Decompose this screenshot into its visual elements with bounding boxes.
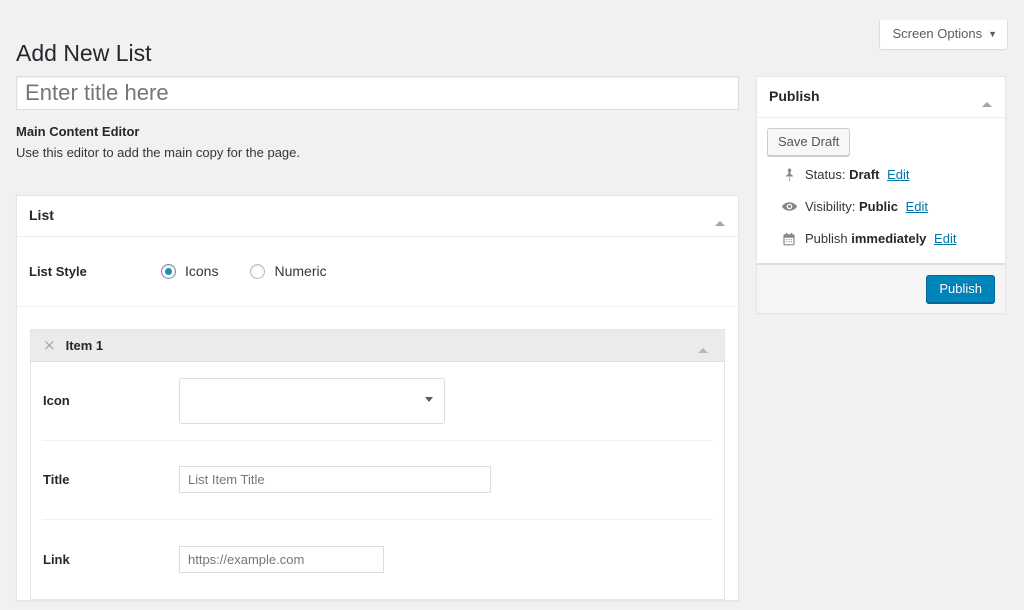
major-publishing-actions: Publish xyxy=(757,264,1005,314)
post-status-row: Status: Draft Edit xyxy=(777,159,985,191)
publish-metabox-title: Publish xyxy=(769,88,820,104)
post-schedule-prefix: Publish xyxy=(805,230,848,246)
visibility-eye-icon xyxy=(779,198,799,215)
screen-options-button[interactable]: Screen Options ▼ xyxy=(879,20,1008,51)
edit-visibility-link[interactable]: Edit xyxy=(906,199,928,214)
screen-meta-links: Screen Options ▼ xyxy=(879,20,1008,51)
item-title-row: Title xyxy=(42,441,713,520)
misc-publishing-actions: Status: Draft Edit Visibility: Public Ed… xyxy=(767,156,995,262)
editor-note-description: Use this editor to add the main copy for… xyxy=(16,145,301,161)
list-items-repeater: × Item 1 Icon Title List Item Title Link… xyxy=(17,307,738,600)
edit-schedule-link[interactable]: Edit xyxy=(934,231,956,246)
list-item-toggle-button[interactable] xyxy=(690,330,716,360)
list-item-panel: × Item 1 Icon Title List Item Title Link… xyxy=(30,328,725,600)
publish-metabox: Publish Save Draft Status: Draft Edit Vi… xyxy=(756,76,1006,315)
item-icon-row: Icon xyxy=(42,362,713,441)
list-style-label: List Style xyxy=(29,263,87,279)
post-status-value: Draft xyxy=(849,166,880,182)
publish-metabox-header: Publish xyxy=(757,77,1005,118)
item-link-input[interactable] xyxy=(179,545,384,573)
publish-metabox-body: Save Draft Status: Draft Edit Visibility… xyxy=(757,118,1005,314)
item-title-input[interactable] xyxy=(179,466,491,494)
item-title-label: Title xyxy=(43,472,70,488)
post-schedule-row: Publish immediately Edit xyxy=(777,223,985,255)
screen-options-label: Screen Options xyxy=(892,26,983,41)
post-status-pin-icon xyxy=(779,167,799,182)
list-metabox-title: List xyxy=(29,207,54,224)
chevron-down-icon xyxy=(425,396,433,402)
list-metabox-toggle-button[interactable] xyxy=(702,196,738,234)
chevron-down-icon: ▼ xyxy=(988,29,997,39)
post-visibility-row: Visibility: Public Edit xyxy=(777,191,985,223)
list-item-title: Item 1 xyxy=(65,337,104,353)
post-body-content: Main Content Editor Use this editor to a… xyxy=(16,76,739,601)
chevron-up-icon xyxy=(698,348,708,354)
radio-mark-numeric[interactable] xyxy=(250,263,266,279)
post-schedule-value: immediately xyxy=(851,230,927,246)
post-title-wrap xyxy=(16,76,739,110)
list-item-body: Icon Title Link xyxy=(31,362,724,599)
item-link-row: Link xyxy=(42,520,713,599)
page-title: Add New List xyxy=(16,40,152,66)
remove-item-icon[interactable]: × xyxy=(43,337,56,353)
list-metabox-body: List Style Icons Numeric × Item 1 Icon T… xyxy=(17,237,738,600)
radio-mark-icons[interactable] xyxy=(161,263,176,279)
list-metabox-header: List xyxy=(17,196,738,237)
save-draft-button[interactable]: Save Draft xyxy=(767,127,851,156)
calendar-icon xyxy=(779,231,799,247)
post-title-input[interactable] xyxy=(16,76,739,110)
editor-note-title: Main Content Editor xyxy=(16,124,140,139)
main-content-editor-note: Main Content Editor Use this editor to a… xyxy=(16,123,739,162)
list-style-option-icons-label: Icons xyxy=(185,263,219,280)
list-style-option-numeric-label: Numeric xyxy=(274,263,327,280)
post-visibility-value: Public xyxy=(858,198,898,214)
post-status-prefix: Status: xyxy=(805,166,846,182)
sidebar-postbox-container: Publish Save Draft Status: Draft Edit Vi… xyxy=(756,76,1006,315)
list-style-radio-group: Icons Numeric xyxy=(161,263,359,279)
list-style-option-numeric[interactable]: Numeric xyxy=(250,263,327,280)
item-link-label: Link xyxy=(43,551,70,567)
chevron-up-icon xyxy=(982,101,992,107)
list-item-header[interactable]: × Item 1 xyxy=(31,329,724,362)
post-status-text: Status: Draft Edit xyxy=(805,166,909,184)
publish-button[interactable]: Publish xyxy=(926,275,995,304)
list-style-option-icons[interactable]: Icons xyxy=(161,263,218,279)
minor-publishing-actions: Save Draft Status: Draft Edit Visibility… xyxy=(757,118,1005,265)
item-icon-label: Icon xyxy=(43,393,70,409)
publish-metabox-toggle-button[interactable] xyxy=(969,77,1005,115)
item-icon-select[interactable] xyxy=(179,377,445,424)
list-metabox: List List Style Icons Numeric × Item 1 I… xyxy=(16,195,739,601)
post-visibility-prefix: Visibility: xyxy=(805,198,856,214)
chevron-up-icon xyxy=(715,220,725,226)
post-schedule-text: Publish immediately Edit xyxy=(805,230,956,248)
post-visibility-text: Visibility: Public Edit xyxy=(805,198,928,216)
list-style-row: List Style Icons Numeric xyxy=(17,237,738,307)
edit-status-link[interactable]: Edit xyxy=(887,167,909,182)
